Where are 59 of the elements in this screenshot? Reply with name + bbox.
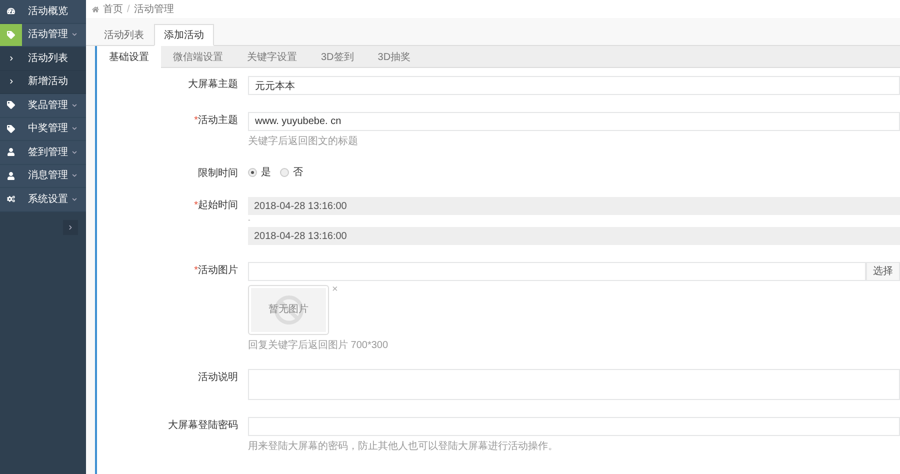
- field-label: *活动图片: [194, 265, 238, 277]
- radio-button[interactable]: [280, 168, 289, 176]
- chevron-down-icon: [72, 126, 77, 132]
- sidebar-item[interactable]: 签到管理: [0, 141, 86, 164]
- select-button[interactable]: 选择: [866, 262, 900, 281]
- chevron-down-icon: [72, 102, 77, 108]
- tab[interactable]: 活动列表: [94, 24, 154, 46]
- no-image-text: 暂无图片: [268, 305, 308, 315]
- chevron-right-icon: [8, 79, 14, 84]
- help-text: 回复关键字后返回图片 700*300: [248, 340, 390, 352]
- chevron-right-icon: [68, 224, 73, 230]
- sidebar-item[interactable]: 中奖管理: [0, 118, 86, 141]
- gears-icon: [7, 195, 15, 204]
- chevron-down-icon: [72, 196, 77, 202]
- sub-tab[interactable]: 3D抽奖: [366, 46, 423, 68]
- field-label: 大屏幕主题: [188, 79, 238, 91]
- field-label: 大屏幕登陆密码: [168, 420, 238, 432]
- radio-button[interactable]: [248, 168, 257, 176]
- home-icon: [92, 6, 99, 12]
- help-text: 关键字后返回图文的标题: [248, 136, 359, 148]
- tab[interactable]: 添加活动: [154, 24, 214, 46]
- chevron-down-icon: [72, 150, 77, 155]
- text-field[interactable]: 元元本本: [248, 76, 900, 95]
- textarea-field[interactable]: [248, 369, 900, 400]
- sub-tab[interactable]: 微信端设置: [161, 46, 235, 68]
- field-label: 限制时间: [198, 168, 238, 180]
- tag-icon: [7, 101, 15, 110]
- field-label: *起始时间: [194, 200, 238, 212]
- chevron-right-icon: [8, 56, 14, 61]
- field-label: 活动说明: [198, 372, 238, 384]
- sidebar-item[interactable]: 系统设置: [0, 188, 86, 212]
- date-field[interactable]: 2018-04-28 13:16:00: [248, 227, 900, 245]
- collapse-button[interactable]: [63, 220, 78, 234]
- sub-tab[interactable]: 3D签到: [309, 46, 366, 68]
- breadcrumb-separator: /: [127, 2, 130, 16]
- field-label: *活动主题: [194, 115, 238, 127]
- sidebar-item[interactable]: 奖品管理: [0, 94, 86, 118]
- sub-tab[interactable]: 关键字设置: [235, 46, 309, 68]
- breadcrumb-link[interactable]: 首页: [103, 2, 123, 16]
- user-icon: [7, 172, 15, 180]
- chevron-down-icon: [72, 173, 77, 178]
- sidebar-item[interactable]: 活动概览: [0, 0, 86, 24]
- user-icon: [7, 148, 15, 156]
- tag-icon: [7, 30, 15, 39]
- help-text: 用来登陆大屏幕的密码，防止其他人也可以登陆大屏幕进行活动操作。: [248, 441, 559, 453]
- sub-tab[interactable]: 基础设置: [97, 46, 161, 68]
- tag-icon: [7, 124, 15, 133]
- radio-label: 否: [293, 166, 303, 180]
- date-field[interactable]: 2018-04-28 13:16:00: [248, 197, 900, 215]
- radio-label: 是: [261, 166, 271, 180]
- sidebar-item[interactable]: 消息管理: [0, 164, 86, 188]
- sidebar-item[interactable]: 活动管理: [0, 24, 86, 47]
- text-field[interactable]: [248, 417, 900, 436]
- breadcrumb-link[interactable]: 活动管理: [134, 2, 174, 16]
- chevron-down-icon: [72, 32, 77, 38]
- text-field[interactable]: www. yuyubebe. cn: [248, 112, 900, 131]
- sidebar-subitem[interactable]: 新增活动: [0, 70, 86, 94]
- dashboard-icon: [7, 7, 15, 16]
- image-path-field[interactable]: [248, 262, 866, 281]
